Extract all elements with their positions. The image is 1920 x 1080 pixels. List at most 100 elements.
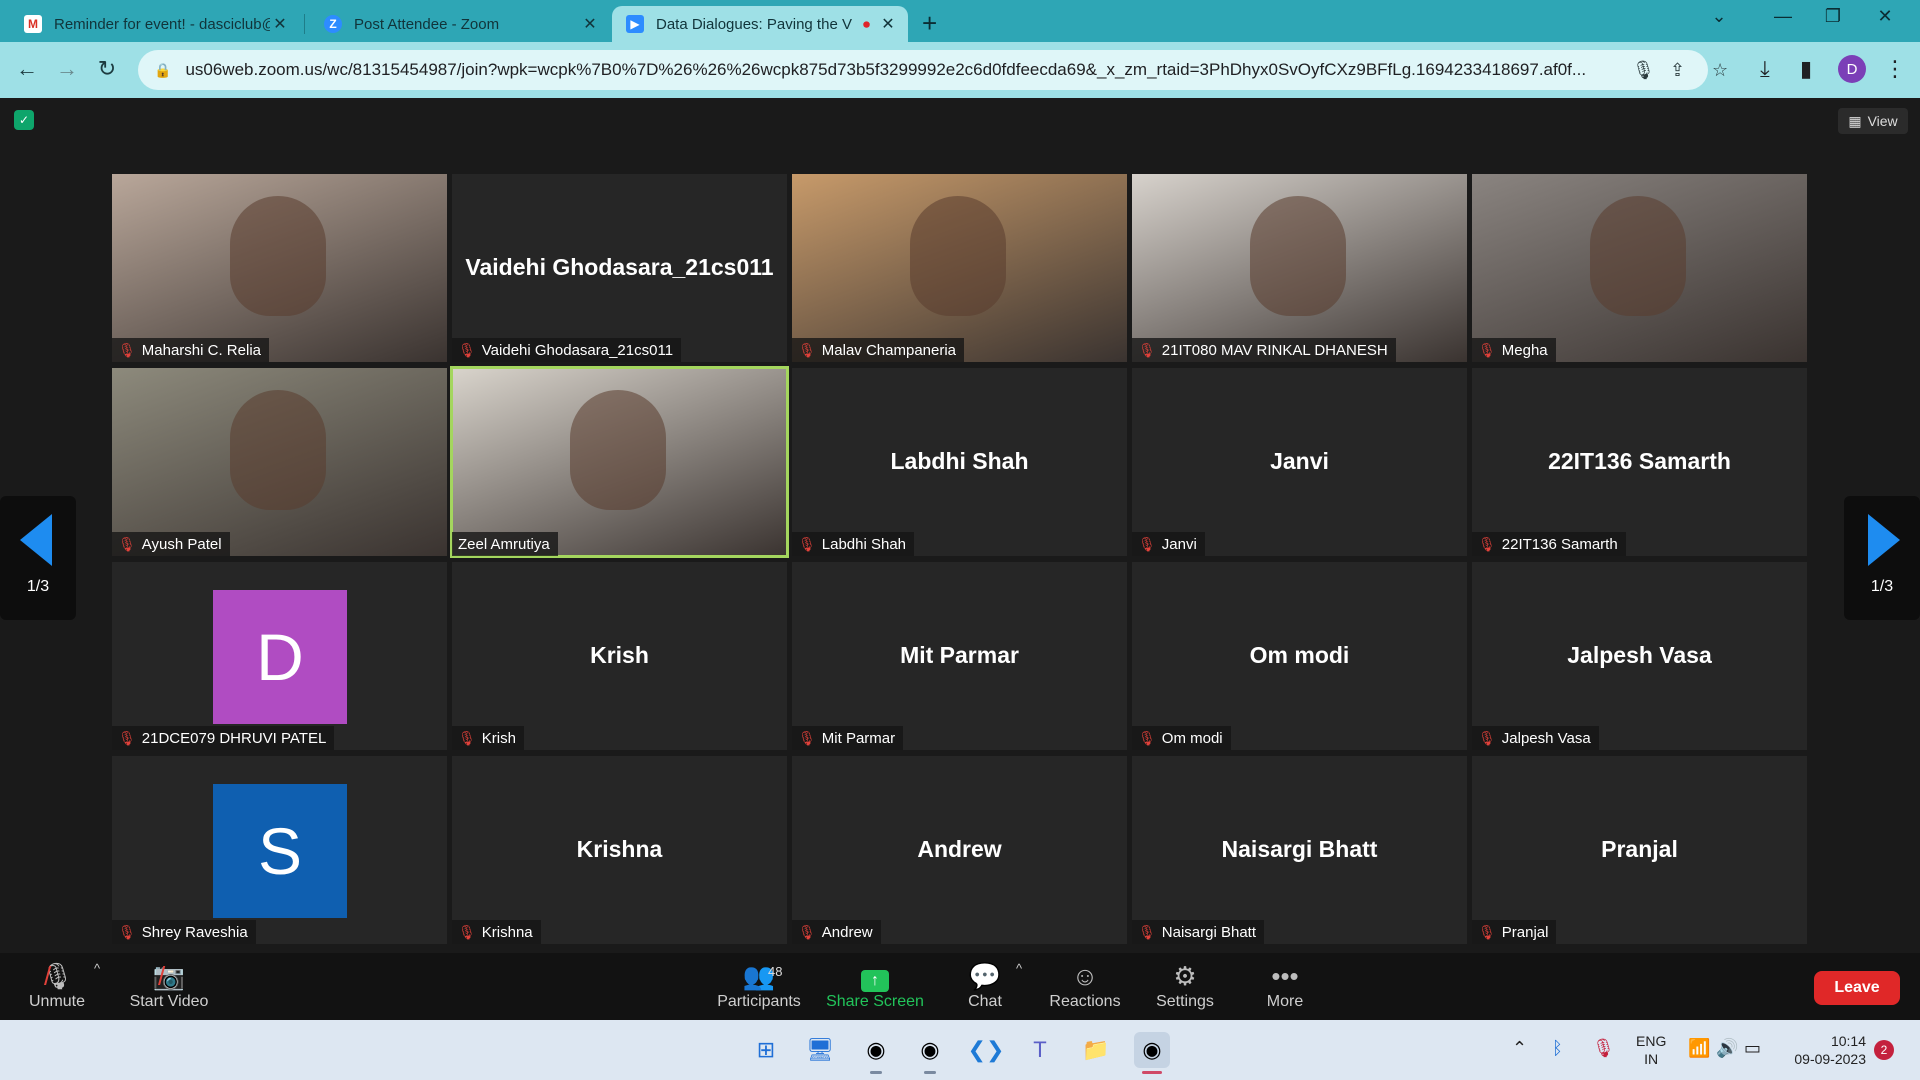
minimize-button[interactable]: — bbox=[1768, 6, 1798, 27]
participant-tile[interactable]: 🎙 21IT080 MAV RINKAL DHANESH bbox=[1132, 174, 1467, 362]
participants-icon: 👥 48 bbox=[704, 959, 814, 993]
participant-tile[interactable]: S 🎙 Shrey Raveshia bbox=[112, 756, 447, 944]
participants-button[interactable]: 👥 48 Participants bbox=[704, 959, 814, 1011]
notification-badge[interactable]: 2 bbox=[1874, 1040, 1894, 1060]
participant-tile[interactable]: 🎙 Maharshi C. Relia bbox=[112, 174, 447, 362]
browser-menu-icon[interactable]: ⋮ bbox=[1884, 56, 1906, 82]
new-tab-button[interactable]: + bbox=[922, 8, 937, 39]
more-button[interactable]: ••• More bbox=[1230, 959, 1340, 1011]
tab-title: Reminder for event! - dasciclub@ bbox=[54, 15, 270, 33]
previous-page-button[interactable]: 1/3 bbox=[0, 496, 76, 620]
start-video-button[interactable]: 📷 / Start Video bbox=[114, 959, 224, 1011]
tab-close-button[interactable]: ✕ bbox=[270, 14, 290, 34]
microphone-icon[interactable]: 🎙 bbox=[1632, 60, 1655, 81]
share-icon[interactable]: ⇪ bbox=[1670, 60, 1685, 81]
restore-button[interactable]: ❐ bbox=[1818, 6, 1848, 27]
participant-tile[interactable]: Mit Parmar 🎙 Mit Parmar bbox=[792, 562, 1127, 750]
tray-overflow-chevron-icon[interactable]: ⌃ bbox=[1512, 1038, 1527, 1059]
participant-name: Andrew bbox=[821, 923, 873, 941]
tab-close-button[interactable]: ✕ bbox=[878, 14, 898, 34]
participant-name-bar: 🎙 Mit Parmar bbox=[792, 726, 904, 750]
participant-tile[interactable]: 🎙 Ayush Patel bbox=[112, 368, 447, 556]
url-text[interactable]: us06web.zoom.us/wc/81315454987/join?wpk=… bbox=[185, 60, 1625, 80]
reactions-label: Reactions bbox=[1049, 993, 1121, 1010]
participant-tile[interactable]: Naisargi Bhatt 🎙 Naisargi Bhatt bbox=[1132, 756, 1467, 944]
participant-tile[interactable]: Vaidehi Ghodasara_21cs011 🎙 Vaidehi Ghodas… bbox=[452, 174, 787, 362]
participant-tile[interactable]: D 🎙 21DCE079 DHRUVI PATEL bbox=[112, 562, 447, 750]
participant-avatar: S bbox=[213, 784, 347, 918]
vscode-icon[interactable]: ❮❯ bbox=[968, 1032, 1005, 1068]
audio-options-caret-icon[interactable]: ^ bbox=[94, 961, 100, 976]
participant-tile[interactable]: Zeel Amrutiya bbox=[450, 366, 789, 558]
clock-date: 09-09-2023 bbox=[1794, 1051, 1866, 1067]
participant-tile[interactable]: Pranjal 🎙 Pranjal bbox=[1472, 756, 1807, 944]
tab-post-attendee-zoom[interactable]: Z Post Attendee - Zoom ✕ bbox=[310, 6, 610, 42]
meeting-area: ✓ ▦ View 1/3 1/3 🎙 Maharshi C. Relia Vaide… bbox=[0, 98, 1920, 953]
participant-display-name: Pranjal bbox=[1601, 836, 1678, 862]
chat-button[interactable]: 💬 Chat bbox=[930, 959, 1040, 1011]
address-toolbar: ← → ↻ 🔒 us06web.zoom.us/wc/81315454987/j… bbox=[0, 42, 1920, 98]
page-indicator: 1/3 bbox=[1870, 578, 1894, 595]
participant-name-bar: 🎙 Maharshi C. Relia bbox=[112, 338, 269, 362]
participant-tile[interactable]: Jalpesh Vasa 🎙 Jalpesh Vasa bbox=[1472, 562, 1807, 750]
next-page-button[interactable]: 1/3 bbox=[1844, 496, 1920, 620]
recording-dot-icon: ⏺ bbox=[863, 15, 870, 32]
gmail-icon: M bbox=[24, 15, 42, 33]
participant-tile[interactable]: Krishna 🎙 Krishna bbox=[452, 756, 787, 944]
participant-tile[interactable]: Andrew 🎙 Andrew bbox=[792, 756, 1127, 944]
tab-data-dialogues[interactable]: ▶ Data Dialogues: Paving the V ⏺ ✕ bbox=[612, 6, 908, 42]
participant-name-bar: 🎙 Labdhi Shah bbox=[792, 532, 915, 556]
reload-icon[interactable]: ↻ bbox=[92, 56, 122, 82]
chat-options-caret-icon[interactable]: ^ bbox=[1016, 961, 1022, 976]
close-window-button[interactable]: ✕ bbox=[1870, 6, 1900, 27]
participant-tile[interactable]: Om modi 🎙 Om modi bbox=[1132, 562, 1467, 750]
participant-tile[interactable]: 🎙 Malav Champaneria bbox=[792, 174, 1127, 362]
forward-arrow-icon[interactable]: → bbox=[52, 56, 82, 82]
file-explorer-icon[interactable]: 📁 bbox=[1078, 1032, 1114, 1068]
bluetooth-icon[interactable]: ᛒ bbox=[1552, 1038, 1563, 1059]
bookmark-star-icon[interactable]: ☆ bbox=[1712, 60, 1728, 81]
windows-start-icon[interactable]: ⊞ bbox=[748, 1032, 784, 1068]
leave-button[interactable]: Leave bbox=[1814, 971, 1900, 1005]
tab-search-chevron-icon[interactable]: ⌄ bbox=[1704, 6, 1734, 27]
participant-name-bar: 🎙 Andrew bbox=[792, 920, 881, 944]
settings-label: Settings bbox=[1156, 993, 1214, 1010]
side-panel-icon[interactable]: ▮ bbox=[1800, 56, 1812, 82]
share-screen-label: Share Screen bbox=[826, 993, 924, 1010]
muted-mic-icon: 🎙 bbox=[1138, 729, 1156, 746]
participant-tile[interactable]: 22IT136 Samarth 🎙 22IT136 Samarth bbox=[1472, 368, 1807, 556]
teams-icon[interactable]: T bbox=[1022, 1032, 1058, 1068]
participant-tile[interactable]: 🎙 Megha bbox=[1472, 174, 1807, 362]
battery-icon[interactable]: ▭ bbox=[1744, 1038, 1761, 1059]
download-icon[interactable]: ⤓ bbox=[1760, 56, 1770, 82]
view-button[interactable]: ▦ View bbox=[1838, 108, 1908, 134]
back-arrow-icon[interactable]: ← bbox=[12, 56, 42, 82]
system-clock[interactable]: 10:14 09-09-2023 bbox=[1778, 1032, 1866, 1068]
language-indicator[interactable]: ENG IN bbox=[1636, 1032, 1666, 1068]
participant-tile[interactable]: Krish 🎙 Krish bbox=[452, 562, 787, 750]
settings-button[interactable]: ⚙ Settings bbox=[1130, 959, 1240, 1011]
muted-mic-icon: 🎙 bbox=[798, 729, 816, 746]
participant-display-name: Jalpesh Vasa bbox=[1567, 642, 1712, 668]
muted-mic-icon: 🎙 bbox=[118, 923, 136, 940]
reactions-button[interactable]: ☺ Reactions bbox=[1030, 959, 1140, 1011]
participant-tile[interactable]: Labdhi Shah 🎙 Labdhi Shah bbox=[792, 368, 1127, 556]
profile-avatar[interactable]: D bbox=[1838, 55, 1866, 83]
participant-name-bar: 🎙 Megha bbox=[1472, 338, 1556, 362]
desktop-icon[interactable]: 🖥 bbox=[802, 1032, 838, 1068]
volume-icon[interactable]: 🔊 bbox=[1716, 1038, 1738, 1059]
tab-gmail-reminder[interactable]: M Reminder for event! - dasciclub@ ✕ bbox=[10, 6, 300, 42]
participant-tile[interactable]: Janvi 🎙 Janvi bbox=[1132, 368, 1467, 556]
lock-icon[interactable]: 🔒 bbox=[154, 62, 171, 79]
wifi-icon[interactable]: 📶 bbox=[1688, 1038, 1710, 1059]
omnibox[interactable]: 🔒 us06web.zoom.us/wc/81315454987/join?wp… bbox=[138, 50, 1708, 90]
chrome-profile-2-icon[interactable]: ◉ bbox=[912, 1032, 948, 1074]
share-screen-button[interactable]: ↑ Share Screen bbox=[820, 959, 930, 1011]
chrome-active-icon[interactable]: ◉ bbox=[1134, 1032, 1170, 1074]
participant-name: 21DCE079 DHRUVI PATEL bbox=[141, 729, 327, 747]
security-shield-icon[interactable]: ✓ bbox=[14, 110, 34, 130]
chrome-profile-1-icon[interactable]: ◉ bbox=[858, 1032, 894, 1074]
unmute-label: Unmute bbox=[28, 993, 86, 1010]
microphone-in-use-icon[interactable]: 🎙 bbox=[1592, 1038, 1615, 1059]
tab-close-button[interactable]: ✕ bbox=[580, 14, 600, 34]
